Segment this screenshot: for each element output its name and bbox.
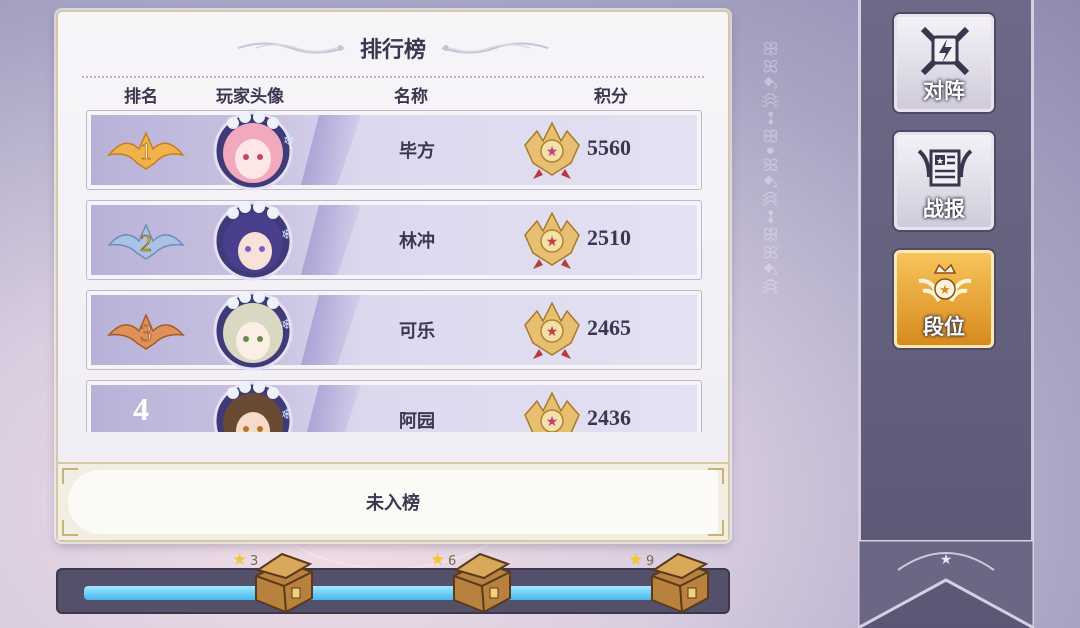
svg-text:★: ★: [546, 234, 559, 250]
milestone-reward-1[interactable]: ★ 3: [232, 548, 332, 618]
player-name: 毕方: [399, 141, 435, 162]
score-medal-icon: ★: [521, 119, 583, 181]
leaderboard-row-4[interactable]: 4 ❄ 阿园 ★ 2436: [86, 380, 702, 432]
svg-text:★: ★: [546, 144, 559, 160]
corner-ornament-icon: [708, 468, 724, 484]
leaderboard-row-2[interactable]: 2 ❄ 林冲 ★ 2510: [86, 199, 702, 283]
player-name: 可乐: [399, 321, 435, 342]
svg-text:2: 2: [140, 231, 152, 257]
column-header-avatar: 玩家头像: [216, 87, 284, 107]
player-score: 2436: [587, 405, 631, 430]
leaderboard-list[interactable]: 1 ❄ 毕方 ★ 5560 2 ❄ 林冲 ★ 2510 3 ❄ 可乐 ★ 246…: [82, 108, 706, 432]
player-name: 林冲: [399, 231, 435, 252]
self-rank-bar: 未入榜: [58, 462, 728, 540]
battle-report-icon: ★: [915, 141, 975, 197]
treasure-chest-icon[interactable]: [444, 550, 520, 616]
svg-text:❄: ❄: [281, 317, 293, 333]
score-medal-icon: ★: [521, 209, 583, 271]
tab-label: 战报: [923, 197, 965, 221]
title-ornament-left-icon: [236, 39, 346, 57]
treasure-chest-icon[interactable]: [246, 550, 322, 616]
rank-number: 4: [133, 391, 149, 427]
tab-label: 对阵: [923, 79, 965, 103]
rank-1-badge-icon: 1: [105, 125, 187, 175]
tab-matchup[interactable]: 对阵: [894, 14, 994, 112]
score-medal-icon: ★: [521, 299, 583, 361]
score-medal-icon: ★: [521, 389, 583, 432]
player-avatar[interactable]: ❄: [211, 109, 295, 193]
player-avatar[interactable]: ❄: [211, 289, 295, 373]
svg-text:★: ★: [546, 414, 559, 430]
column-header-rank: 排名: [124, 87, 158, 107]
player-score: 2465: [587, 315, 631, 340]
title-bar: 排行榜: [58, 30, 728, 66]
self-rank-box: 未入榜: [68, 470, 718, 534]
tab-label: 段位: [923, 315, 965, 339]
star-icon: ★: [628, 550, 644, 570]
header-divider: [82, 76, 704, 78]
tab-rank[interactable]: ★ 段位: [894, 250, 994, 348]
player-avatar[interactable]: ❄: [211, 379, 295, 432]
leaderboard-panel: 排行榜 排名 玩家头像 名称 积分 1 ❄ 毕方 ★ 5560 2 ❄ 林冲 ★…: [56, 10, 730, 542]
self-rank-status: 未入榜: [366, 493, 420, 514]
corner-ornament-icon: [708, 520, 724, 536]
star-icon: ★: [232, 550, 248, 570]
svg-text:3: 3: [140, 321, 152, 347]
sidebar-ribbon-end-icon: ★: [858, 540, 1034, 628]
column-header-score: 积分: [594, 87, 628, 107]
leaderboard-row-3[interactable]: 3 ❄ 可乐 ★ 2465: [86, 289, 702, 373]
svg-text:1: 1: [140, 139, 152, 165]
corner-ornament-icon: [62, 468, 78, 484]
milestone-reward-3[interactable]: ★ 9: [628, 548, 728, 618]
player-avatar[interactable]: ❄: [211, 199, 295, 283]
player-score: 5560: [587, 135, 631, 160]
title-ornament-right-icon: [440, 39, 550, 57]
leaderboard-row-1[interactable]: 1 ❄ 毕方 ★ 5560: [86, 109, 702, 193]
page-title: 排行榜: [359, 38, 426, 63]
column-header-name: 名称: [394, 87, 428, 107]
rank-2-badge-icon: 2: [105, 215, 187, 265]
svg-text:★: ★: [936, 157, 944, 167]
crossed-swords-icon: [915, 23, 975, 79]
progress-fill: [84, 586, 659, 600]
svg-text:❄: ❄: [281, 227, 293, 243]
tab-battle-report[interactable]: ★ 战报: [894, 132, 994, 230]
player-score: 2510: [587, 225, 631, 250]
svg-text:★: ★: [940, 552, 953, 568]
treasure-chest-icon[interactable]: [642, 550, 718, 616]
player-name: 阿园: [399, 411, 435, 432]
star-icon: ★: [430, 550, 446, 570]
svg-text:❄: ❄: [283, 133, 295, 149]
rank-3-badge-icon: 3: [105, 305, 187, 355]
rank-crown-icon: ★: [915, 259, 975, 315]
svg-text:★: ★: [939, 283, 951, 298]
svg-text:❄: ❄: [281, 407, 293, 423]
corner-ornament-icon: [62, 520, 78, 536]
milestone-reward-2[interactable]: ★ 6: [430, 548, 530, 618]
svg-text:★: ★: [546, 324, 559, 340]
